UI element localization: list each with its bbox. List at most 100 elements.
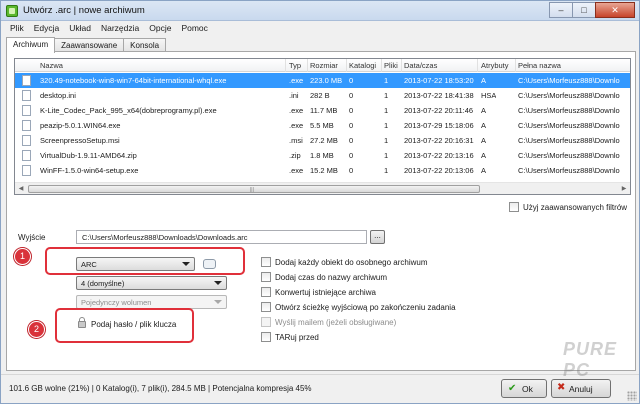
file-type: .msi — [289, 136, 303, 145]
file-dirs: 0 — [349, 91, 354, 100]
table-row[interactable]: VirtualDub-1.9.11-AMD64.zip .zip 1.8 MB … — [15, 148, 630, 163]
file-icon — [22, 105, 31, 116]
file-dirs: 0 — [349, 151, 354, 160]
file-type: .exe — [289, 106, 304, 115]
option-label-convert-archives: Konwertuj istniejące archiwa — [275, 288, 376, 297]
chevron-down-icon — [214, 281, 222, 285]
minimize-button[interactable]: – — [549, 2, 573, 18]
menu-file[interactable]: Plik — [5, 21, 29, 36]
file-size: 11.7 MB — [310, 106, 338, 115]
table-row[interactable]: WinFF-1.5.0-win64-setup.exe .exe 15.2 MB… — [15, 163, 630, 178]
tab-advanced[interactable]: Zaawansowane — [54, 38, 125, 52]
option-checkbox-convert-archives[interactable] — [261, 287, 271, 297]
file-count: 1 — [384, 91, 389, 100]
option-label-open-output: Otwórz ścieżkę wyjściową po zakończeniu … — [275, 303, 456, 312]
menu-options[interactable]: Opcje — [144, 21, 176, 36]
file-full-name: C:\Users\Morfeusz888\Downlo — [518, 136, 620, 145]
option-checkbox-open-output[interactable] — [261, 302, 271, 312]
option-label-tar-before: TARuj przed — [275, 333, 319, 342]
tab-archive[interactable]: Archiwum — [6, 37, 56, 53]
file-date: 2013-07-29 15:18:06 — [404, 121, 474, 130]
tab-console[interactable]: Konsola — [123, 38, 167, 52]
file-icon — [22, 165, 31, 176]
file-dirs: 0 — [349, 121, 354, 130]
menu-layout[interactable]: Układ — [64, 21, 96, 36]
file-list-header: Nazwa Typ Rozmiar Katalogi Pliki Data/cz… — [15, 59, 630, 72]
table-row[interactable]: ScreenpressoSetup.msi .msi 27.2 MB 0 1 2… — [15, 133, 630, 148]
annotation-badge-2: 2 — [28, 321, 45, 338]
volume-select-value: Pojedynczy wolumen — [81, 298, 152, 307]
status-text: 101.6 GB wolne (21%) | 0 Katalog(i), 7 p… — [9, 384, 312, 393]
horizontal-scrollbar[interactable]: ◀ ||| ▶ — [15, 182, 630, 194]
annotation-badge-1: 1 — [14, 248, 31, 265]
column-header-type[interactable]: Typ — [289, 61, 301, 70]
watermark-logo: PURE PC — [563, 339, 637, 380]
ok-button-label: Ok — [522, 384, 533, 394]
file-attributes: A — [481, 106, 487, 115]
ok-button[interactable]: ✔ Ok — [501, 379, 547, 398]
column-header-attributes[interactable]: Atrybuty — [481, 61, 509, 70]
file-name: 320.49-notebook-win8-win7-64bit-internat… — [40, 76, 227, 85]
resize-grip-icon[interactable] — [627, 391, 637, 401]
chevron-down-icon — [214, 300, 222, 304]
file-size: 15.2 MB — [310, 166, 338, 175]
annotation-box-format — [45, 247, 245, 275]
file-name: VirtualDub-1.9.11-AMD64.zip — [40, 151, 137, 160]
file-full-name: C:\Users\Morfeusz888\Downlo — [518, 91, 620, 100]
file-type: .exe — [289, 166, 304, 175]
scroll-left-arrow-icon[interactable]: ◀ — [15, 183, 27, 194]
option-checkbox-add-time[interactable] — [261, 272, 271, 282]
title-bar[interactable]: Utwórz .arc | nowe archiwum – □ ✕ — [1, 1, 639, 21]
option-checkbox-separate-archives[interactable] — [261, 257, 271, 267]
cancel-button-label: Anuluj — [569, 384, 593, 394]
file-date: 2013-07-22 18:53:20 — [404, 76, 474, 85]
table-row[interactable]: desktop.ini .ini 282 B 0 1 2013-07-22 18… — [15, 88, 630, 103]
column-header-files[interactable]: Pliki — [384, 61, 398, 70]
browse-button[interactable]: ... — [370, 230, 385, 244]
window-title: Utwórz .arc | nowe archiwum — [23, 5, 145, 16]
column-header-dirs[interactable]: Katalogi — [349, 61, 376, 70]
menu-help[interactable]: Pomoc — [176, 21, 212, 36]
column-header-date[interactable]: Data/czas — [404, 61, 437, 70]
file-date: 2013-07-22 20:13:16 — [404, 151, 474, 160]
option-checkbox-tar-before[interactable] — [261, 332, 271, 342]
file-size: 223.0 MB — [310, 76, 343, 85]
option-checkbox-send-mail[interactable] — [261, 317, 271, 327]
file-name: ScreenpressoSetup.msi — [40, 136, 120, 145]
table-row[interactable]: K-Lite_Codec_Pack_995_x64(dobreprogramy.… — [15, 103, 630, 118]
file-count: 1 — [384, 166, 389, 175]
file-icon — [22, 135, 31, 146]
file-count: 1 — [384, 151, 389, 160]
file-dirs: 0 — [349, 76, 354, 85]
column-header-name[interactable]: Nazwa — [40, 61, 63, 70]
compression-level-select[interactable]: 4 (domyślne) — [76, 276, 227, 290]
file-attributes: A — [481, 136, 487, 145]
file-type: .exe — [289, 76, 304, 85]
file-count: 1 — [384, 136, 389, 145]
maximize-button[interactable]: □ — [572, 2, 596, 18]
output-path-field[interactable]: C:\Users\Morfeusz888\Downloads\Downloads… — [76, 230, 367, 244]
output-label: Wyjście — [18, 233, 46, 242]
scrollbar-thumb[interactable]: ||| — [28, 185, 480, 193]
file-name: desktop.ini — [40, 91, 76, 100]
file-list[interactable]: Nazwa Typ Rozmiar Katalogi Pliki Data/cz… — [14, 58, 631, 195]
scroll-right-arrow-icon[interactable]: ▶ — [618, 183, 630, 194]
file-date: 2013-07-22 18:41:38 — [404, 91, 474, 100]
column-header-size[interactable]: Rozmiar — [310, 61, 338, 70]
option-label-separate-archives: Dodaj każdy obiekt do osobnego archiwum — [275, 258, 428, 267]
volume-select[interactable]: Pojedynczy wolumen — [76, 295, 227, 309]
file-date: 2013-07-22 20:16:31 — [404, 136, 474, 145]
table-row[interactable]: 320.49-notebook-win8-win7-64bit-internat… — [15, 73, 630, 88]
file-count: 1 — [384, 106, 389, 115]
close-button[interactable]: ✕ — [595, 2, 635, 18]
table-row[interactable]: peazip-5.0.1.WIN64.exe .exe 5.5 MB 0 1 2… — [15, 118, 630, 133]
menu-edit[interactable]: Edycja — [29, 21, 65, 36]
file-type: .exe — [289, 121, 304, 130]
column-header-full-name[interactable]: Pełna nazwa — [518, 61, 561, 70]
menu-tools[interactable]: Narzędzia — [96, 21, 144, 36]
cancel-button[interactable]: ✖ Anuluj — [551, 379, 611, 398]
advanced-filters-checkbox[interactable] — [509, 202, 519, 212]
file-name: peazip-5.0.1.WIN64.exe — [40, 121, 121, 130]
file-full-name: C:\Users\Morfeusz888\Downlo — [518, 166, 620, 175]
window-controls: – □ ✕ — [549, 2, 635, 18]
